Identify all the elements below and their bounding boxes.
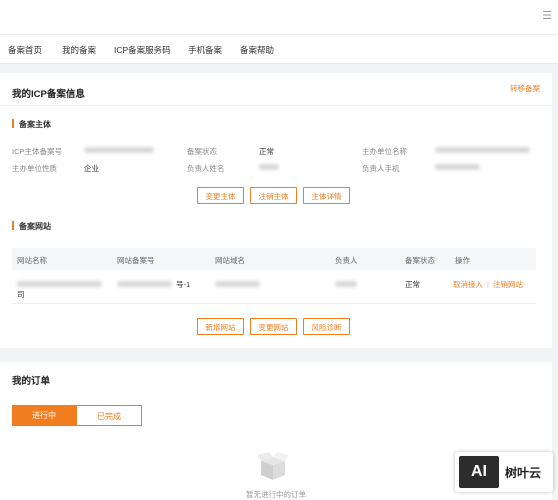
operation-links: 取消接入 | 注销网站 (453, 279, 523, 290)
risk-diagnose-button[interactable]: 风险诊断 (303, 318, 350, 335)
beian-nav: 备案首页 我的备案 ICP备案服务码 手机备案 备案帮助 (0, 34, 558, 64)
subject-detail-button[interactable]: 主体详情 (303, 187, 350, 204)
nav-item-mobile-beian[interactable]: 手机备案 (188, 44, 222, 56)
column-header-site-name: 网站名称 (17, 256, 47, 265)
site-section-heading: 备案网站 (12, 221, 51, 232)
section-marker (12, 221, 14, 230)
status-value: 正常 (259, 147, 274, 156)
subject-heading-text: 备案主体 (19, 120, 51, 129)
record-no-value (117, 281, 172, 287)
site-status-value: 正常 (405, 280, 420, 289)
owner-phone-label: 负责人手机 (362, 164, 400, 173)
status-label: 备案状态 (187, 147, 217, 156)
site-table-header: 网站名称 网站备案号 网站域名 负责人 备案状态 操作 (12, 248, 536, 270)
empty-box-icon (257, 452, 289, 480)
domain-value (215, 281, 260, 287)
column-header-domain: 网站域名 (215, 256, 245, 265)
column-header-owner: 负责人 (335, 256, 358, 265)
op-separator: | (487, 280, 489, 289)
org-nature-label: 主办单位性质 (12, 164, 57, 173)
icp-subject-no-value (84, 147, 154, 153)
owner-value (335, 281, 357, 287)
owner-phone-value (435, 164, 480, 170)
owner-name-label: 负责人姓名 (187, 164, 225, 173)
site-name-tail: 司 (17, 290, 25, 299)
site-name-value (17, 281, 102, 287)
owner-name-value (259, 164, 279, 170)
nav-item-my-beian[interactable]: 我的备案 (62, 44, 96, 56)
tab-completed[interactable]: 已完成 (76, 405, 142, 426)
brand-name: 树叶云 (505, 466, 542, 480)
empty-orders-text: 暂无进行中的订单 (246, 490, 306, 499)
cancel-subject-button[interactable]: 注销主体 (250, 187, 297, 204)
brand-logo: AI (459, 456, 499, 488)
orders-title: 我的订单 (12, 376, 51, 387)
add-site-button[interactable]: 新增网站 (197, 318, 244, 335)
org-nature-value: 企业 (84, 164, 99, 173)
icp-card-title: 我的ICP备案信息 (12, 89, 85, 100)
column-header-operation: 操作 (455, 256, 470, 265)
brand-watermark: AI 树叶云 (455, 452, 553, 492)
org-name-value (435, 147, 530, 153)
icp-subject-no-label: ICP主体备案号 (12, 147, 63, 156)
transfer-beian-link[interactable]: 转移备案 (510, 83, 540, 94)
section-marker (12, 119, 14, 128)
record-no-tail: 号-1 (176, 280, 191, 289)
site-heading-text: 备案网站 (19, 222, 51, 231)
menu-icon[interactable]: ☰ (542, 9, 552, 22)
nav-item-home[interactable]: 备案首页 (8, 44, 42, 56)
divider (0, 105, 552, 106)
org-name-label: 主办单位名称 (362, 147, 407, 156)
top-bar: ☰ (0, 0, 558, 34)
icp-info-card: 我的ICP备案信息 转移备案 备案主体 ICP主体备案号 备案状态 正常 主办单… (0, 73, 552, 348)
column-header-record-no: 网站备案号 (117, 256, 155, 265)
subject-section-heading: 备案主体 (12, 119, 51, 130)
change-subject-button[interactable]: 变更主体 (197, 187, 244, 204)
cancel-access-link[interactable]: 取消接入 (453, 280, 483, 289)
change-site-button[interactable]: 变更网站 (250, 318, 297, 335)
cancel-site-link[interactable]: 注销网站 (493, 280, 523, 289)
nav-item-service-code[interactable]: ICP备案服务码 (114, 44, 171, 56)
tab-in-progress[interactable]: 进行中 (12, 405, 76, 426)
nav-item-help[interactable]: 备案帮助 (240, 44, 274, 56)
row-divider (12, 303, 536, 304)
column-header-status: 备案状态 (405, 256, 435, 265)
